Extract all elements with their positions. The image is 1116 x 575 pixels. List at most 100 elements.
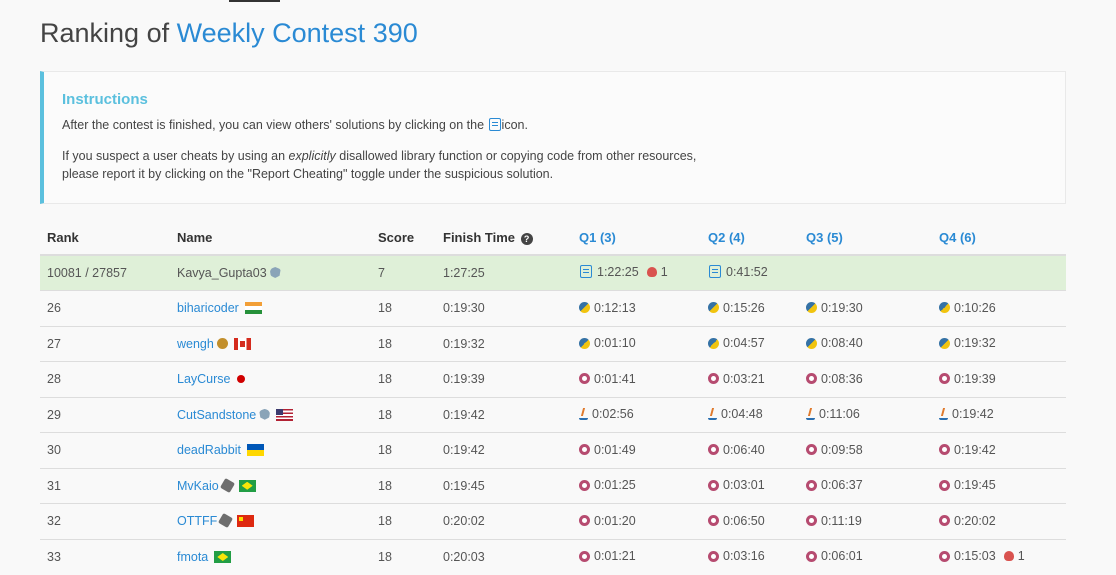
- cell-q1[interactable]: 0:01:10: [572, 325, 701, 362]
- cell-q4[interactable]: 0:19:45: [932, 467, 1066, 504]
- cpp-icon: [806, 515, 817, 526]
- python-icon: [708, 302, 719, 313]
- instr-line3: please report it by clicking on the "Rep…: [62, 167, 554, 181]
- q2-time: 0:41:52: [726, 264, 768, 279]
- cell-q4[interactable]: 0:19:39: [932, 361, 1066, 397]
- brazil-flag-icon: [214, 551, 232, 563]
- user-name-link[interactable]: biharicoder: [177, 301, 239, 315]
- table-row-self: 10081 / 27857 Kavya_Gupta03 7 1:27:25 1:…: [40, 254, 1066, 291]
- title-prefix: Ranking of: [40, 18, 170, 48]
- header-q2[interactable]: Q2 (4): [701, 220, 799, 256]
- q3-time: 0:08:40: [821, 336, 863, 350]
- cell-q3[interactable]: 0:08:40: [799, 325, 932, 362]
- knight-badge-icon: [269, 267, 281, 278]
- cell-score: 18: [371, 396, 436, 433]
- cell-q4[interactable]: 0:19:42: [932, 432, 1066, 468]
- cell-q1[interactable]: 0:01:41: [572, 361, 701, 397]
- java-icon: [939, 408, 948, 420]
- cpp-icon: [939, 550, 950, 562]
- header-q1[interactable]: Q1 (3): [572, 220, 701, 256]
- user-name-link[interactable]: MvKaio: [177, 479, 219, 493]
- q2-time: 0:15:26: [723, 300, 765, 315]
- cell-q2[interactable]: 0:06:50: [701, 503, 799, 539]
- header-q3[interactable]: Q3 (5): [799, 220, 932, 256]
- cell-q2[interactable]: 0:03:16: [701, 538, 799, 575]
- cell-q1[interactable]: 0:01:49: [572, 432, 701, 468]
- q1-bug-count: 1: [660, 264, 668, 279]
- cell-q1[interactable]: 0:01:21: [572, 538, 701, 575]
- brazil-flag-icon: [238, 479, 256, 492]
- cell-q3[interactable]: 0:06:37: [799, 467, 932, 504]
- q1-time: 0:12:13: [594, 300, 636, 315]
- cell-rank: 32: [40, 503, 170, 539]
- canada-flag-icon: [233, 337, 251, 350]
- q2-time: 0:04:57: [723, 336, 765, 350]
- solution-icon[interactable]: [709, 265, 721, 279]
- header-q4[interactable]: Q4 (6): [932, 220, 1066, 256]
- table-row: 29 CutSandstone 18 0:19:42 0:02:56 0:04:…: [40, 396, 1066, 433]
- cell-q3[interactable]: 0:06:01: [799, 538, 932, 575]
- q1-time: 0:01:10: [594, 336, 636, 350]
- question-icon[interactable]: ?: [520, 232, 533, 245]
- cell-q4[interactable]: 0:20:02: [932, 503, 1066, 539]
- top-bar-indicator: [229, 0, 280, 2]
- cell-q2[interactable]: 0:03:01: [701, 467, 799, 504]
- q2-time: 0:03:16: [723, 549, 765, 564]
- cell-score: 18: [371, 503, 436, 539]
- cell-q2[interactable]: 0:03:21: [701, 361, 799, 397]
- cell-q4[interactable]: 0:10:26: [932, 290, 1066, 326]
- cell-q3[interactable]: 0:08:36: [799, 361, 932, 397]
- cell-q2[interactable]: 0:15:26: [701, 290, 799, 326]
- q1-time: 1:22:25: [597, 264, 639, 279]
- instructions-line-2: If you suspect a user cheats by using an…: [62, 147, 1065, 183]
- user-name-link[interactable]: CutSandstone: [177, 408, 256, 422]
- cell-finish: 0:19:45: [436, 467, 572, 504]
- cpp-icon: [579, 479, 590, 491]
- instructions-panel: Instructions After the contest is finish…: [40, 71, 1066, 204]
- cell-q4[interactable]: 0:19:32: [932, 325, 1066, 362]
- q1-time: 0:01:41: [594, 371, 636, 386]
- cpp-icon: [708, 550, 719, 562]
- solution-icon[interactable]: [580, 265, 592, 279]
- q3-time: 0:06:01: [821, 549, 863, 564]
- cell-q1[interactable]: 0:01:25: [572, 467, 701, 504]
- cell-q1[interactable]: 0:02:56: [572, 396, 701, 433]
- cpp-icon: [579, 550, 590, 562]
- cell-q1[interactable]: 0:12:13: [572, 290, 701, 326]
- user-name-link[interactable]: deadRabbit: [177, 443, 241, 457]
- q1-time: 0:01:49: [594, 442, 636, 457]
- guardian-badge-icon: [219, 477, 235, 493]
- user-name-link[interactable]: OTTFF: [177, 514, 217, 528]
- user-name-link[interactable]: LayCurse: [177, 372, 231, 386]
- cell-q3[interactable]: 0:11:19: [799, 503, 932, 539]
- python-icon: [806, 302, 817, 313]
- cell-rank: 33: [40, 538, 170, 575]
- cpp-icon: [939, 479, 950, 491]
- contest-link[interactable]: Weekly Contest 390: [177, 18, 418, 48]
- q3-time: 0:08:36: [821, 371, 863, 386]
- cell-name: CutSandstone: [170, 396, 371, 433]
- instr-line1-after: icon.: [501, 118, 528, 132]
- cell-finish: 0:19:39: [436, 361, 572, 397]
- solution-icon: [488, 118, 501, 131]
- ukraine-flag-icon: [246, 444, 264, 457]
- india-flag-icon: [244, 302, 262, 315]
- cell-q4[interactable]: 0:19:42: [932, 396, 1066, 433]
- cell-q3: [799, 254, 932, 291]
- cell-q3[interactable]: 0:09:58: [799, 432, 932, 468]
- cell-q3[interactable]: 0:19:30: [799, 290, 932, 326]
- q3-time: 0:09:58: [821, 442, 863, 457]
- user-name-link[interactable]: wengh: [177, 337, 214, 351]
- user-name-link[interactable]: fmota: [177, 550, 208, 564]
- cell-q2[interactable]: 0:04:57: [701, 325, 799, 362]
- table-row: 33 fmota 18 0:20:03 0:01:21 0:03:16 0:06…: [40, 538, 1066, 575]
- cell-q3[interactable]: 0:11:06: [799, 396, 932, 433]
- cell-q1[interactable]: 0:01:20: [572, 503, 701, 539]
- cpp-icon: [579, 444, 590, 455]
- cell-name: LayCurse: [170, 361, 371, 397]
- cell-q4[interactable]: 0:15:03 1: [932, 538, 1066, 575]
- cell-finish: 0:20:03: [436, 538, 572, 575]
- cell-q2[interactable]: 0:06:40: [701, 432, 799, 468]
- q3-time: 0:11:06: [819, 406, 860, 421]
- cell-q2[interactable]: 0:04:48: [701, 396, 799, 433]
